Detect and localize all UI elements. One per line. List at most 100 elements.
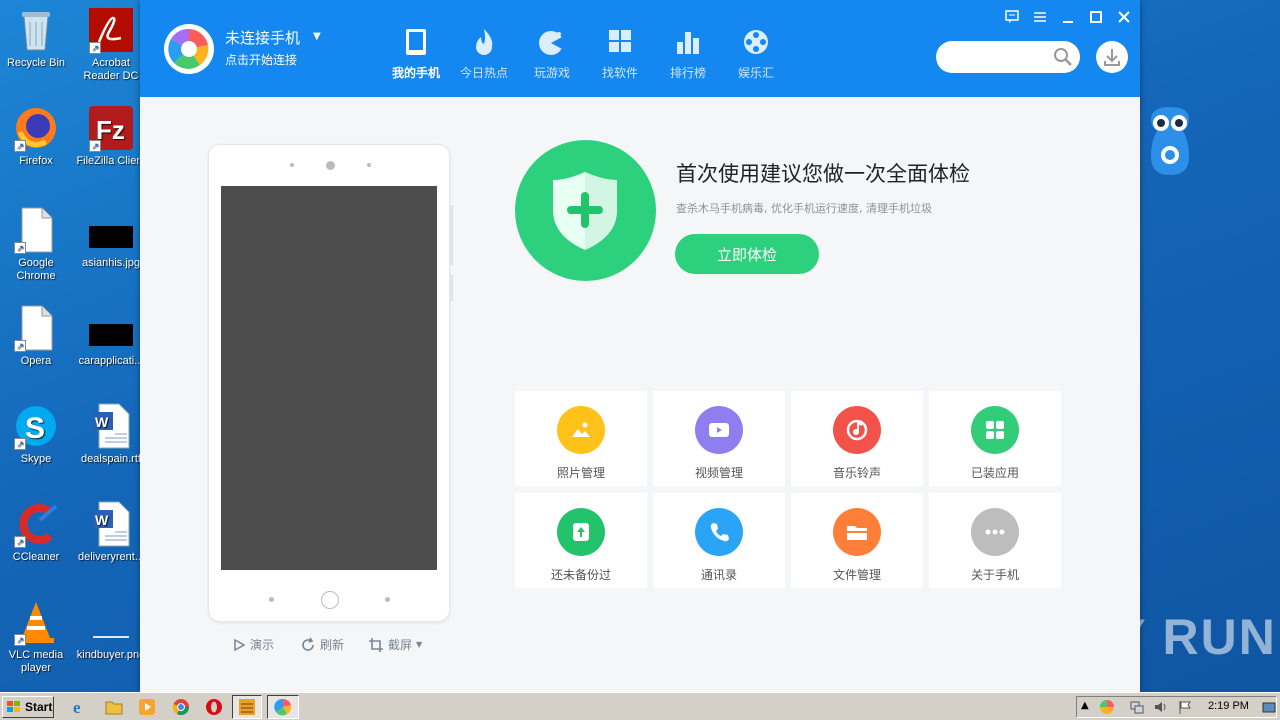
checkup-subtitle: 查杀木马手机病毒, 优化手机运行速度, 清理手机垃圾	[676, 202, 932, 215]
nav-rankings[interactable]: 排行榜	[654, 28, 722, 81]
image-file-icon	[87, 206, 135, 254]
desktop-icon-label: carapplicati...	[78, 355, 144, 367]
menu-icon[interactable]	[1030, 8, 1050, 26]
maximize-icon[interactable]	[1086, 8, 1106, 26]
connection-subtitle[interactable]: 点击开始连接	[225, 51, 297, 68]
tile-label: 照片管理	[556, 466, 605, 480]
flag-icon[interactable]	[1177, 699, 1193, 719]
checkup-title: 首次使用建议您做一次全面体检	[676, 162, 970, 186]
network-icon[interactable]	[1129, 699, 1145, 719]
nav-label: 玩游戏	[533, 66, 570, 80]
volume-icon[interactable]	[1153, 699, 1169, 719]
play-icon	[234, 638, 246, 651]
nav-label: 我的手机	[391, 66, 440, 80]
start-checkup-button[interactable]: 立即体检	[675, 234, 819, 274]
refresh-icon	[302, 637, 314, 651]
show-desktop-icon[interactable]	[1262, 700, 1276, 719]
desktop-icon-chrome[interactable]: ↗ Google Chrome	[0, 206, 72, 283]
refresh-button[interactable]: 刷新	[300, 636, 344, 653]
start-label: Start	[25, 700, 53, 714]
desktop-icon-filezilla[interactable]: Fz ↗ FileZilla Client	[75, 104, 147, 168]
music-icon	[833, 406, 881, 454]
desktop-icon-label: Opera	[20, 355, 52, 367]
desktop-icon-firefox[interactable]: ↗ Firefox	[0, 104, 72, 168]
shortcut-arrow-icon: ↗	[89, 140, 101, 152]
tray-app-icon[interactable]	[1099, 699, 1115, 719]
tile-label: 关于手机	[970, 568, 1019, 582]
svg-text:e: e	[73, 698, 81, 717]
ie-icon[interactable]: e	[70, 697, 90, 717]
desktop-icon-recycle-bin[interactable]: Recycle Bin	[0, 6, 72, 70]
desktop-icon-label: CCleaner	[12, 551, 60, 563]
tile-about-phone[interactable]: 关于手机	[929, 493, 1061, 588]
explorer-folder-icon[interactable]	[104, 697, 124, 717]
desktop-icon-carapplication[interactable]: carapplicati...	[75, 304, 147, 368]
nav-my-phone[interactable]: 我的手机	[382, 28, 450, 81]
clock[interactable]: 2:19 PM	[1208, 700, 1249, 712]
screenshot-button[interactable]: 截屏 ▼	[368, 636, 422, 653]
backup-icon	[557, 508, 605, 556]
caret-down-icon: ▼	[416, 640, 423, 649]
desktop-icon-deliveryrent[interactable]: W deliveryrent...	[75, 500, 147, 564]
desktop-icon-acrobat[interactable]: ↗ Acrobat Reader DC	[75, 6, 147, 83]
minimize-icon[interactable]	[1058, 8, 1078, 26]
desktop-icon-skype[interactable]: S ↗ Skype	[0, 402, 72, 466]
tile-photo-manager[interactable]: 照片管理	[515, 391, 647, 486]
start-button[interactable]: Start	[2, 696, 54, 718]
film-reel-icon	[744, 30, 768, 54]
desktop-icon-asianhis[interactable]: asianhis.jpg	[75, 206, 147, 270]
desktop-icon-dealspain[interactable]: W dealspain.rtf	[75, 402, 147, 466]
desktop-icon-label: Skype	[20, 453, 52, 465]
image-file-icon	[87, 598, 135, 646]
shortcut-arrow-icon: ↗	[14, 634, 26, 646]
desktop-icon-label: Firefox	[19, 155, 53, 167]
vlc-cone-icon: ↗	[12, 598, 60, 646]
app-window: 未连接手机 ▼ 点击开始连接 我的手机 今日热点 玩游戏 找软件 排行榜 娱乐汇	[140, 0, 1140, 692]
nav-entertainment[interactable]: 娱乐汇	[722, 28, 790, 81]
desktop-icon-label: Recycle Bin	[6, 57, 66, 69]
nav-label: 找软件	[601, 66, 638, 80]
crop-icon	[369, 637, 383, 652]
windows-logo-icon	[7, 701, 20, 712]
tile-file-manager[interactable]: 文件管理	[791, 493, 923, 588]
desktop-icon-kindbuyer[interactable]: kindbuyer.png	[75, 598, 147, 662]
desktop-icon-label: deliveryrent...	[77, 551, 145, 563]
contacts-phone-icon	[695, 508, 743, 556]
connection-title[interactable]: 未连接手机	[225, 27, 300, 48]
opera-icon[interactable]	[204, 697, 224, 717]
tile-installed-apps[interactable]: 已装应用	[929, 391, 1061, 486]
tray-expand-icon[interactable]: ▲	[1081, 700, 1089, 711]
desktop-icon-ccleaner[interactable]: ↗ CCleaner	[0, 500, 72, 564]
nav-hot-today[interactable]: 今日热点	[450, 28, 518, 81]
demo-button[interactable]: 演示	[232, 636, 274, 653]
tile-music-ringtones[interactable]: 音乐铃声	[791, 391, 923, 486]
search-icon[interactable]	[1053, 47, 1073, 71]
close-icon[interactable]	[1114, 8, 1134, 26]
word-document-icon: W	[87, 500, 135, 548]
phone-home-button	[321, 591, 339, 609]
taskbar-button-wandoujia[interactable]	[267, 695, 299, 719]
tile-video-manager[interactable]: 视频管理	[653, 391, 785, 486]
chrome-icon[interactable]	[171, 697, 191, 717]
recycle-bin-icon	[12, 6, 60, 54]
download-button[interactable]	[1096, 41, 1128, 73]
feedback-icon[interactable]	[1002, 8, 1022, 26]
desktop-icon-label: kindbuyer.png	[76, 649, 146, 661]
tile-label: 已装应用	[970, 466, 1019, 480]
more-icon	[971, 508, 1019, 556]
apps-icon	[971, 406, 1019, 454]
taskbar-button-app[interactable]	[232, 695, 262, 719]
mascot-widget-icon[interactable]	[1143, 105, 1197, 177]
nav-software[interactable]: 找软件	[586, 28, 654, 81]
phone-camera	[326, 161, 335, 170]
media-player-icon[interactable]	[137, 697, 157, 717]
svg-text:W: W	[95, 512, 109, 528]
tile-contacts[interactable]: 通讯录	[653, 493, 785, 588]
nav-games[interactable]: 玩游戏	[518, 28, 586, 81]
document-icon: ↗	[12, 304, 60, 352]
desktop-icon-vlc[interactable]: ↗ VLC media player	[0, 598, 72, 675]
caret-down-icon[interactable]: ▼	[313, 31, 321, 42]
desktop-icon-opera[interactable]: ↗ Opera	[0, 304, 72, 368]
app-logo-icon[interactable]	[164, 24, 214, 74]
tile-backup[interactable]: 还未备份过	[515, 493, 647, 588]
